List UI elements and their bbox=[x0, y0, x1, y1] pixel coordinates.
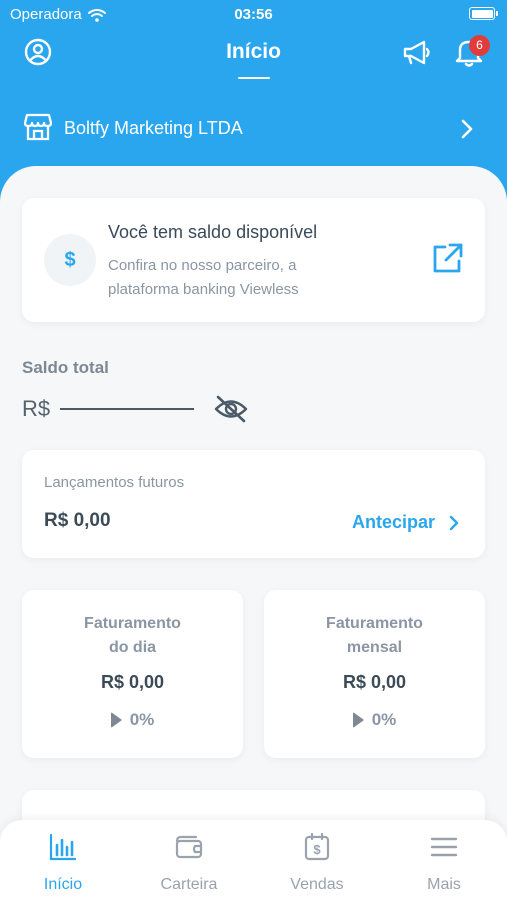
megaphone-icon bbox=[403, 40, 430, 65]
battery-icon bbox=[469, 7, 498, 20]
monthly-revenue-percent: 0% bbox=[371, 710, 397, 729]
tab-label: Vendas bbox=[290, 876, 344, 893]
wallet-icon bbox=[175, 835, 203, 859]
content-area: $ Você tem saldo disponível Confira no n… bbox=[0, 166, 507, 900]
announcements-button[interactable] bbox=[402, 40, 432, 71]
future-entries-card: Lançamentos futuros R$ 0,00 Antecipar bbox=[22, 450, 485, 558]
daily-revenue-percent: 0% bbox=[129, 710, 155, 729]
external-link-icon[interactable] bbox=[430, 242, 464, 276]
total-balance-label: Saldo total bbox=[22, 358, 109, 377]
company-name: Boltfy Marketing LTDA bbox=[64, 118, 243, 138]
balance-heading: Você tem saldo disponível bbox=[108, 222, 318, 242]
store-icon bbox=[24, 113, 52, 141]
anticipate-button[interactable]: Antecipar bbox=[352, 512, 459, 533]
trend-icon bbox=[110, 712, 122, 728]
daily-revenue-value: R$ 0,00 bbox=[100, 672, 165, 692]
anticipate-label: Antecipar bbox=[351, 512, 435, 532]
eye-off-icon[interactable] bbox=[214, 394, 248, 424]
notification-badge: 6 bbox=[469, 35, 490, 56]
title-underline bbox=[238, 77, 270, 79]
bar-chart-icon bbox=[49, 833, 77, 861]
svg-text:$: $ bbox=[313, 842, 321, 857]
dollar-icon: $ bbox=[44, 234, 96, 286]
tab-label: Carteira bbox=[160, 876, 218, 893]
monthly-revenue-value: R$ 0,00 bbox=[342, 672, 407, 692]
future-entries-label: Lançamentos futuros bbox=[44, 474, 185, 491]
balance-description: Confira no nosso parceiro, a plataforma … bbox=[108, 257, 299, 298]
future-entries-value: R$ 0,00 bbox=[44, 510, 111, 531]
bottom-tab-bar: Início Carteira $ Vendas Mais bbox=[0, 820, 507, 900]
menu-icon bbox=[430, 837, 458, 857]
company-selector[interactable]: Boltfy Marketing LTDA bbox=[0, 108, 507, 150]
daily-revenue-change: 0% bbox=[22, 710, 243, 730]
tab-vendas[interactable]: $ Vendas bbox=[254, 830, 380, 894]
daily-revenue-card[interactable]: Faturamento do dia R$ 0,00 0% bbox=[22, 590, 243, 758]
available-balance-card[interactable]: $ Você tem saldo disponível Confira no n… bbox=[22, 198, 485, 322]
hidden-balance-line bbox=[60, 408, 195, 410]
monthly-revenue-card[interactable]: Faturamento mensal R$ 0,00 0% bbox=[264, 590, 485, 758]
calendar-dollar-icon: $ bbox=[304, 832, 330, 861]
chevron-right-icon bbox=[449, 515, 459, 530]
monthly-revenue-title: Faturamento mensal bbox=[326, 615, 423, 656]
tab-inicio[interactable]: Início bbox=[0, 830, 126, 894]
status-time: 03:56 bbox=[234, 6, 273, 23]
chevron-right-icon bbox=[461, 119, 473, 139]
total-balance-row: R$ bbox=[22, 394, 248, 424]
monthly-revenue-change: 0% bbox=[264, 710, 485, 730]
tab-carteira[interactable]: Carteira bbox=[126, 830, 252, 894]
trend-icon bbox=[352, 712, 364, 728]
tab-label: Início bbox=[43, 876, 83, 893]
tab-label: Mais bbox=[427, 876, 461, 893]
status-bar: Operadora 03:56 bbox=[0, 0, 507, 28]
daily-revenue-title: Faturamento do dia bbox=[84, 615, 181, 656]
top-nav: Início bbox=[0, 30, 507, 90]
tab-mais[interactable]: Mais bbox=[381, 830, 507, 894]
currency-symbol: R$ bbox=[22, 396, 51, 421]
